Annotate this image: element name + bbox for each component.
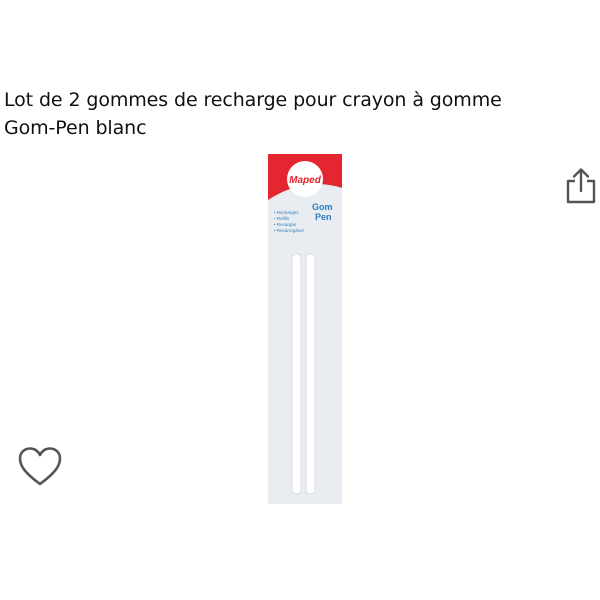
wishlist-button[interactable] [17, 446, 63, 488]
eraser-refill-package: Maped Gom Pen • Recharges • Refills • Re… [268, 154, 342, 504]
package-feature-2: • Refills [274, 216, 290, 221]
package-feature-3: • Recargas [274, 222, 297, 227]
share-button[interactable] [561, 164, 600, 208]
share-icon [566, 168, 596, 204]
heart-outline-icon [18, 447, 62, 486]
brand-logo-text: Maped [289, 175, 322, 186]
package-name-2: Pen [315, 212, 332, 222]
package-name-1: Gom [312, 202, 333, 212]
eraser-stick-right [305, 253, 316, 495]
product-title-line-2: Gom-Pen blanc [4, 117, 147, 139]
product-title-line-1: Lot de 2 gommes de recharge pour crayon … [4, 89, 502, 111]
package-feature-1: • Recharges [274, 210, 299, 215]
eraser-stick-left [291, 253, 302, 495]
product-image[interactable]: Maped Gom Pen • Recharges • Refills • Re… [268, 154, 342, 504]
package-feature-4: • Recarregável [274, 228, 304, 233]
product-title: Lot de 2 gommes de recharge pour crayon … [4, 86, 584, 142]
